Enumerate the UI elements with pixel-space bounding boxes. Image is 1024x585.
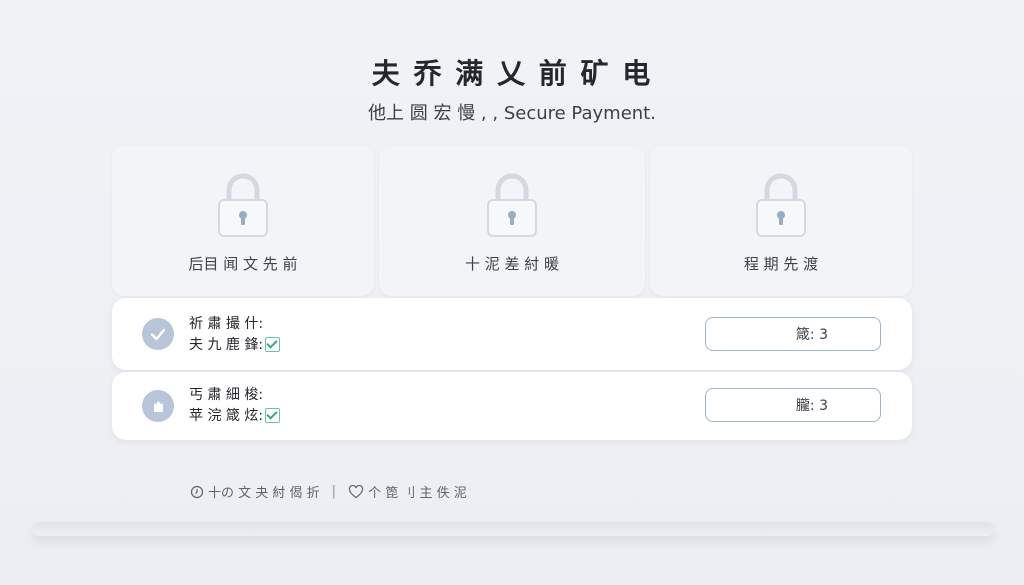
security-card-2[interactable]: 十 泥 差 紂 暖	[379, 146, 645, 296]
list-item[interactable]: 丐 肅 細 梭: 苹 浣 箴 炫: 朧: 3	[112, 372, 912, 440]
page-title: 夫 乔 满 乂 前 矿 电	[371, 57, 653, 90]
security-card-1[interactable]: 后目 闻 文 先 前	[112, 146, 374, 296]
quantity-field[interactable]: 箴: 3	[705, 317, 881, 351]
item-line-1: 丐 肅 細 梭:	[189, 387, 264, 403]
clock-icon	[190, 485, 204, 499]
footer-link-right[interactable]: 个 箆 刂 主 佚 泥	[348, 482, 467, 501]
footer-link-left[interactable]: 十の 文 夬 紂 偈 折	[190, 482, 320, 501]
page-subtitle: 他上 圆 宏 慢 , , Secure Payment.	[368, 103, 656, 124]
checkbox-icon[interactable]	[265, 408, 281, 423]
card-label: 后目 闻 文 先 前	[188, 255, 298, 273]
checkbox-icon[interactable]	[265, 337, 281, 352]
lock-icon	[218, 173, 268, 237]
heart-icon	[348, 484, 364, 499]
check-circle-icon	[142, 318, 174, 350]
item-line-1: 祈 肅 撮 什:	[189, 316, 264, 332]
hands-icon	[142, 390, 174, 422]
item-details: 祈 肅 撮 什: 夫 九 鹿 鋒:	[189, 314, 281, 356]
lock-icon	[756, 173, 806, 237]
quantity-field[interactable]: 朧: 3	[705, 388, 881, 422]
card-label: 程 期 先 渡	[743, 255, 819, 273]
item-line-2: 苹 浣 箴 炫:	[189, 408, 264, 424]
list-item[interactable]: 祈 肅 撮 什: 夫 九 鹿 鋒: 箴: 3	[112, 298, 912, 370]
footer-left-label: 十の 文 夬 紂 偈 折	[208, 486, 320, 501]
footer-separator: |	[331, 484, 337, 499]
security-card-3[interactable]: 程 期 先 渡	[650, 146, 912, 296]
card-label: 十 泥 差 紂 暖	[464, 255, 560, 273]
lock-icon	[487, 173, 537, 237]
item-details: 丐 肅 細 梭: 苹 浣 箴 炫:	[189, 385, 281, 427]
bottom-panel-edge	[32, 522, 994, 536]
footer: 十の 文 夬 紂 偈 折 | 个 箆 刂 主 佚 泥	[190, 482, 467, 501]
item-line-2: 夫 九 鹿 鋒:	[189, 337, 264, 353]
footer-right-label: 个 箆 刂 主 佚 泥	[368, 486, 467, 501]
